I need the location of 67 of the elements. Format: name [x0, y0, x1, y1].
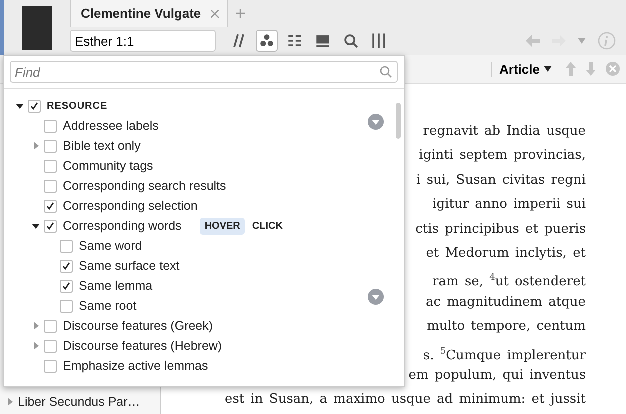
bible-text-line: ctis principibus et pueris — [416, 220, 586, 239]
plus-icon[interactable] — [236, 9, 246, 18]
option-label: Addressee labels — [63, 119, 159, 133]
option-label: Community tags — [63, 159, 154, 173]
collapsed-triangle-icon[interactable] — [32, 322, 40, 330]
bible-text-line: i sui, Susan civitas regni — [416, 172, 586, 190]
checkbox[interactable] — [60, 260, 73, 272]
option-label: Corresponding selection — [63, 199, 198, 213]
collapsed-triangle-icon[interactable] — [6, 398, 14, 406]
collapsed-triangle-icon[interactable] — [32, 142, 40, 150]
option-label: Discourse features (Hebrew) — [63, 339, 222, 353]
bible-text-line: regnavit ab India usque — [423, 123, 586, 141]
bible-text-line: ram se, $^{4}$ut ostenderet — [432, 272, 586, 291]
checkbox[interactable] — [60, 280, 73, 292]
checkbox[interactable] — [44, 140, 57, 152]
mode-toggle[interactable]: CLICK — [247, 218, 288, 234]
checkbox[interactable] — [44, 340, 57, 352]
checkbox[interactable] — [44, 200, 57, 212]
checkbox[interactable] — [44, 360, 57, 372]
bible-text-line: em populum, qui inventus — [408, 366, 586, 385]
option-label: Same word — [79, 239, 142, 253]
collapsed-triangle-icon[interactable] — [32, 342, 40, 350]
dots-tool-button[interactable] — [256, 30, 278, 52]
bible-text-line: est in Susan, a maximo usque ad minimum: et jussit — [225, 391, 586, 410]
option-label: Same surface text — [79, 259, 180, 273]
reference-field[interactable]: Esther 1:1 — [70, 30, 216, 52]
option-label: RESOURCE — [47, 100, 108, 112]
checkbox[interactable] — [44, 220, 57, 232]
view-menu[interactable]: Article — [490, 62, 556, 76]
option-label: Same lemma — [79, 279, 153, 293]
bible-text-line: s. $^{5}$Cumque implerentur — [423, 346, 586, 364]
book-tree-item[interactable]: Liber Secundus Par… — [18, 395, 140, 409]
up-arrow-icon[interactable] — [566, 62, 576, 76]
bible-text-line: iginti septem provincias, — [419, 147, 586, 166]
option-label: Corresponding search results — [63, 179, 226, 193]
expanded-triangle-icon[interactable] — [32, 222, 40, 230]
document-tab[interactable]: Clementine Vulgate — [70, 0, 228, 27]
scrollbar-thumb[interactable] — [396, 103, 401, 139]
bible-text-line: et Medorum inclytis, et — [426, 244, 586, 263]
chevron-down-circle-icon[interactable] — [368, 114, 384, 130]
find-field[interactable]: Find — [10, 61, 398, 83]
expanded-triangle-icon[interactable] — [16, 102, 24, 110]
caret-icon[interactable] — [578, 38, 586, 44]
option-label: Discourse features (Greek) — [63, 319, 214, 333]
close-circle-icon[interactable] — [606, 62, 620, 76]
caret-icon — [544, 66, 552, 72]
back-arrow-icon[interactable] — [526, 35, 540, 47]
bible-text-line: igitur anno imperii sui — [432, 196, 586, 214]
option-label: Bible text only — [63, 139, 141, 153]
info-icon[interactable] — [598, 32, 616, 50]
down-arrow-icon[interactable] — [586, 62, 596, 76]
search-icon — [380, 66, 392, 78]
chevron-down-circle-icon[interactable] — [368, 289, 384, 305]
close-icon[interactable] — [211, 10, 220, 18]
checkbox[interactable] — [44, 180, 57, 192]
option-label: Same root — [79, 299, 137, 313]
checkbox[interactable] — [44, 120, 57, 132]
checkbox[interactable] — [28, 100, 41, 112]
checkbox[interactable] — [44, 320, 57, 332]
checkbox[interactable] — [60, 300, 73, 312]
checkbox[interactable] — [44, 160, 57, 172]
bible-text-line: ac magnitudinem atque — [426, 294, 586, 312]
bible-text-line: multo tempore, centum — [427, 318, 586, 336]
mode-toggle[interactable]: HOVER — [200, 218, 246, 234]
option-label: Emphasize active lemmas — [63, 359, 208, 373]
checkbox[interactable] — [60, 240, 73, 252]
option-label: Corresponding words — [63, 219, 182, 233]
